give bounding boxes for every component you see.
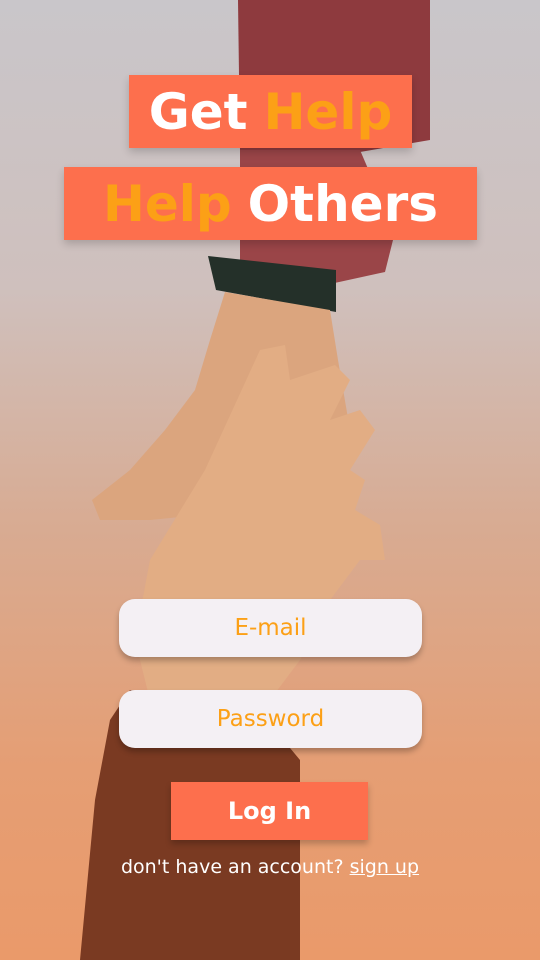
headline-help-others: Help Others — [64, 167, 477, 240]
signup-link[interactable]: sign up — [350, 856, 419, 878]
email-field[interactable] — [119, 599, 422, 657]
headline-others-text: Others — [247, 174, 439, 233]
login-button[interactable]: Log In — [171, 782, 368, 840]
headline-help-accent-text: Help — [263, 82, 393, 141]
headline-get-text: Get — [148, 82, 248, 141]
headline-help-accent-text-2: Help — [102, 174, 232, 233]
headline-get-help: Get Help — [129, 75, 412, 148]
lower-hand — [135, 345, 385, 720]
password-field[interactable] — [119, 690, 422, 748]
signup-prompt-row: don't have an account? sign up — [0, 856, 540, 878]
signup-prompt-text: don't have an account? — [120, 856, 344, 878]
